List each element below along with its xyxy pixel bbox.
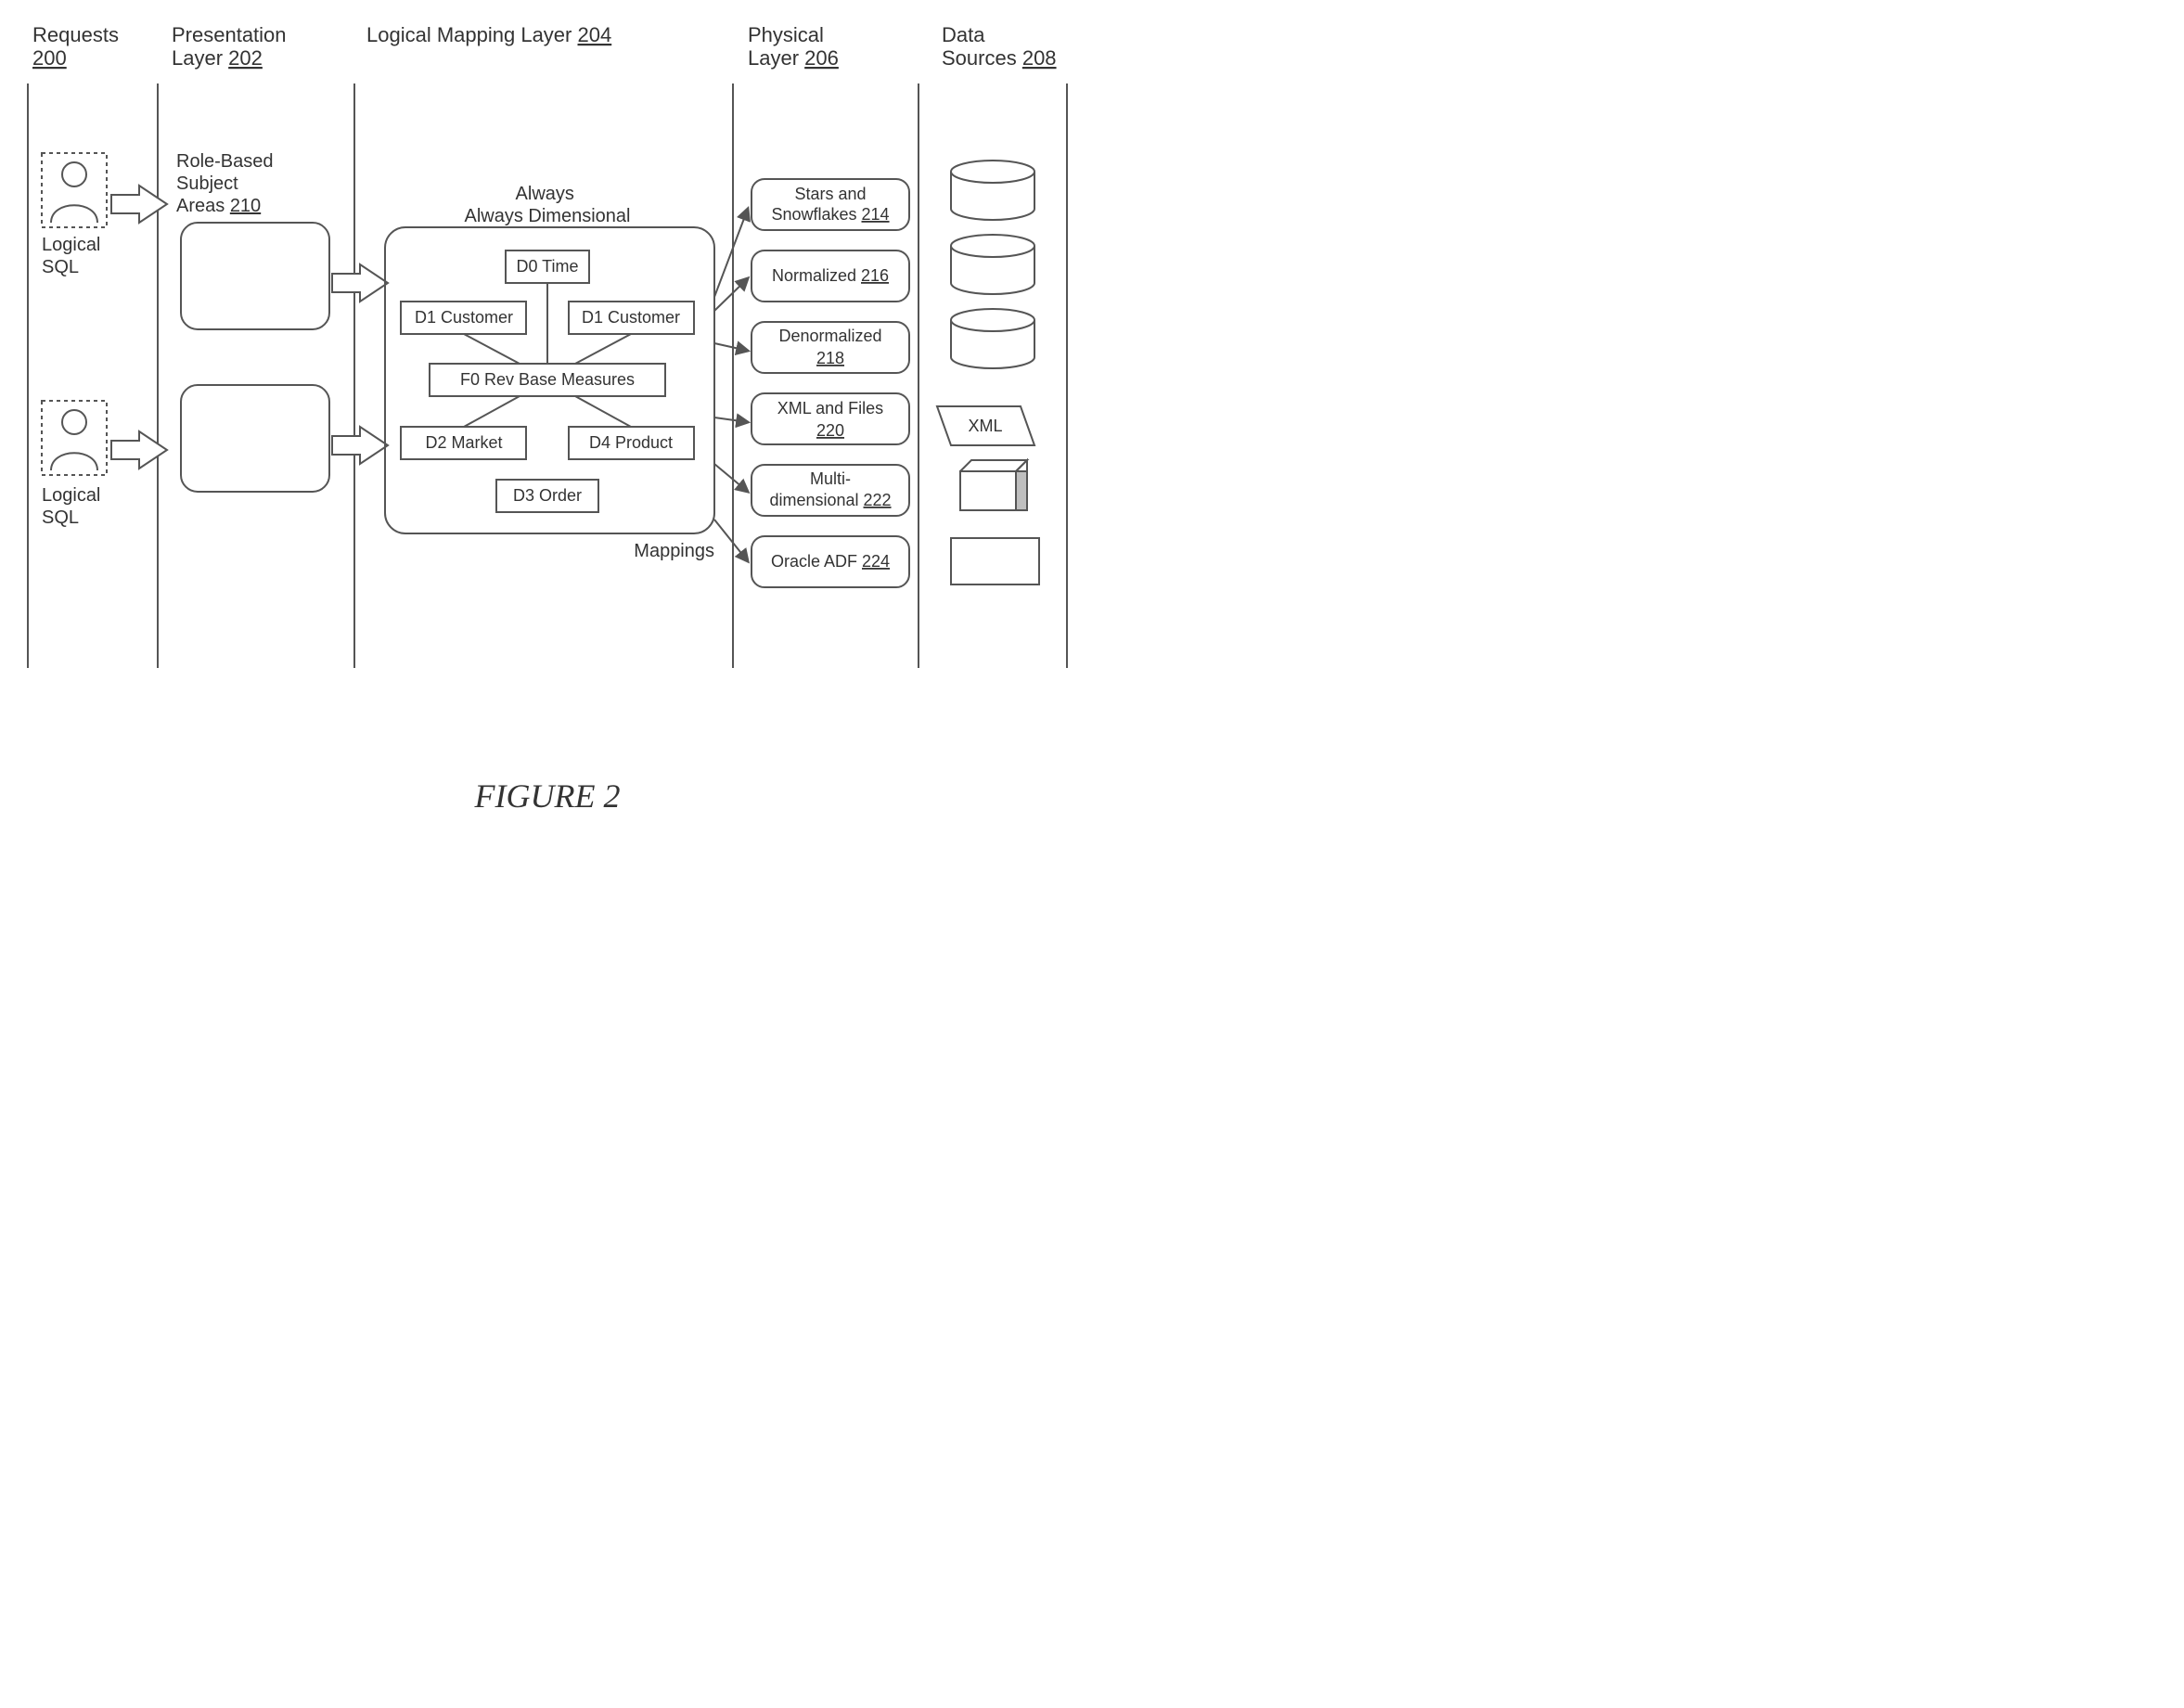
- role-based-subject-areas-heading: Role-Based Subject Areas 210: [176, 151, 278, 216]
- physical-box-oracle-adf: Oracle ADF 224: [752, 536, 909, 587]
- datasource-xml-file: XML: [937, 406, 1034, 445]
- subject-area-box-2: [181, 385, 329, 492]
- svg-text:Stars and: Stars and: [794, 185, 866, 203]
- logical-internal-connectors: [464, 283, 631, 427]
- physical-box-stars-snowflakes: Stars and Snowflakes 214: [752, 179, 909, 230]
- svg-text:XML: XML: [968, 417, 1002, 435]
- datasource-cube: [960, 460, 1027, 510]
- column-presentation-title: Presentation Layer 202: [172, 23, 287, 70]
- svg-text:218: 218: [816, 349, 844, 367]
- mapping-arrows: [714, 209, 748, 561]
- physical-box-multidimensional: Multi- dimensional 222: [752, 465, 909, 516]
- svg-text:D1 Customer: D1 Customer: [582, 308, 680, 327]
- logical-box-d2-market: D2 Market: [401, 427, 526, 459]
- svg-text:Denormalized: Denormalized: [778, 327, 881, 345]
- svg-text:F0 Rev Base Measures: F0 Rev Base Measures: [460, 370, 635, 389]
- arrow-subject1-to-logical: [332, 264, 388, 302]
- svg-text:220: 220: [816, 421, 844, 440]
- actor-user-1-caption: Logical SQL: [42, 235, 106, 277]
- logical-box-d3-order: D3 Order: [496, 480, 598, 512]
- svg-text:Requests: Requests: [32, 23, 119, 46]
- physical-box-denormalized: Denormalized 218: [752, 322, 909, 373]
- subject-area-box-1: [181, 223, 329, 329]
- svg-text:Layer 202: Layer 202: [172, 46, 263, 70]
- datasource-cylinder-1: [951, 161, 1034, 220]
- svg-text:Snowflakes 214: Snowflakes 214: [771, 205, 889, 224]
- svg-text:Data: Data: [942, 23, 985, 46]
- logical-box-d1b-customer: D1 Customer: [569, 302, 694, 334]
- mappings-label: Mappings: [634, 541, 714, 561]
- actor-user-1: [42, 153, 107, 227]
- datasource-generic-box: [951, 538, 1039, 584]
- svg-text:Oracle ADF 224: Oracle ADF 224: [771, 552, 890, 571]
- svg-text:Presentation: Presentation: [172, 23, 287, 46]
- svg-text:200: 200: [32, 46, 67, 70]
- dimensional-panel-title: Always Always Dimensional: [465, 184, 631, 226]
- svg-text:Sources 208: Sources 208: [942, 46, 1057, 70]
- svg-text:Logical Mapping Layer 204: Logical Mapping Layer 204: [366, 23, 611, 46]
- svg-text:D2 Market: D2 Market: [425, 433, 502, 452]
- logical-box-f0-rev: F0 Rev Base Measures: [430, 364, 665, 396]
- svg-text:Multi-: Multi-: [810, 469, 851, 488]
- figure-caption: FIGURE 2: [474, 777, 621, 815]
- svg-text:Normalized 216: Normalized 216: [772, 266, 889, 285]
- svg-text:XML and Files: XML and Files: [777, 399, 883, 417]
- column-logical-title: Logical Mapping Layer 204: [366, 23, 611, 46]
- svg-text:dimensional 222: dimensional 222: [769, 491, 891, 509]
- datasource-cylinder-3: [951, 309, 1034, 368]
- actor-user-2-caption: Logical SQL: [42, 485, 106, 528]
- physical-box-xml-files: XML and Files 220: [752, 393, 909, 444]
- column-requests-title: Requests 200: [32, 23, 119, 70]
- arrow-subject2-to-logical: [332, 427, 388, 464]
- svg-text:D0 Time: D0 Time: [516, 257, 578, 276]
- svg-text:D4 Product: D4 Product: [589, 433, 673, 452]
- svg-text:D1 Customer: D1 Customer: [415, 308, 513, 327]
- svg-text:D3 Order: D3 Order: [513, 486, 582, 505]
- datasource-cylinder-2: [951, 235, 1034, 294]
- column-physical-title: Physical Layer 206: [748, 23, 839, 70]
- column-datasources-title: Data Sources 208: [942, 23, 1057, 70]
- logical-box-d1a-customer: D1 Customer: [401, 302, 526, 334]
- actor-user-2: [42, 401, 107, 475]
- svg-text:Layer 206: Layer 206: [748, 46, 839, 70]
- physical-box-normalized: Normalized 216: [752, 250, 909, 302]
- logical-box-d4-product: D4 Product: [569, 427, 694, 459]
- svg-text:Physical: Physical: [748, 23, 824, 46]
- logical-box-d0-time: D0 Time: [506, 250, 589, 283]
